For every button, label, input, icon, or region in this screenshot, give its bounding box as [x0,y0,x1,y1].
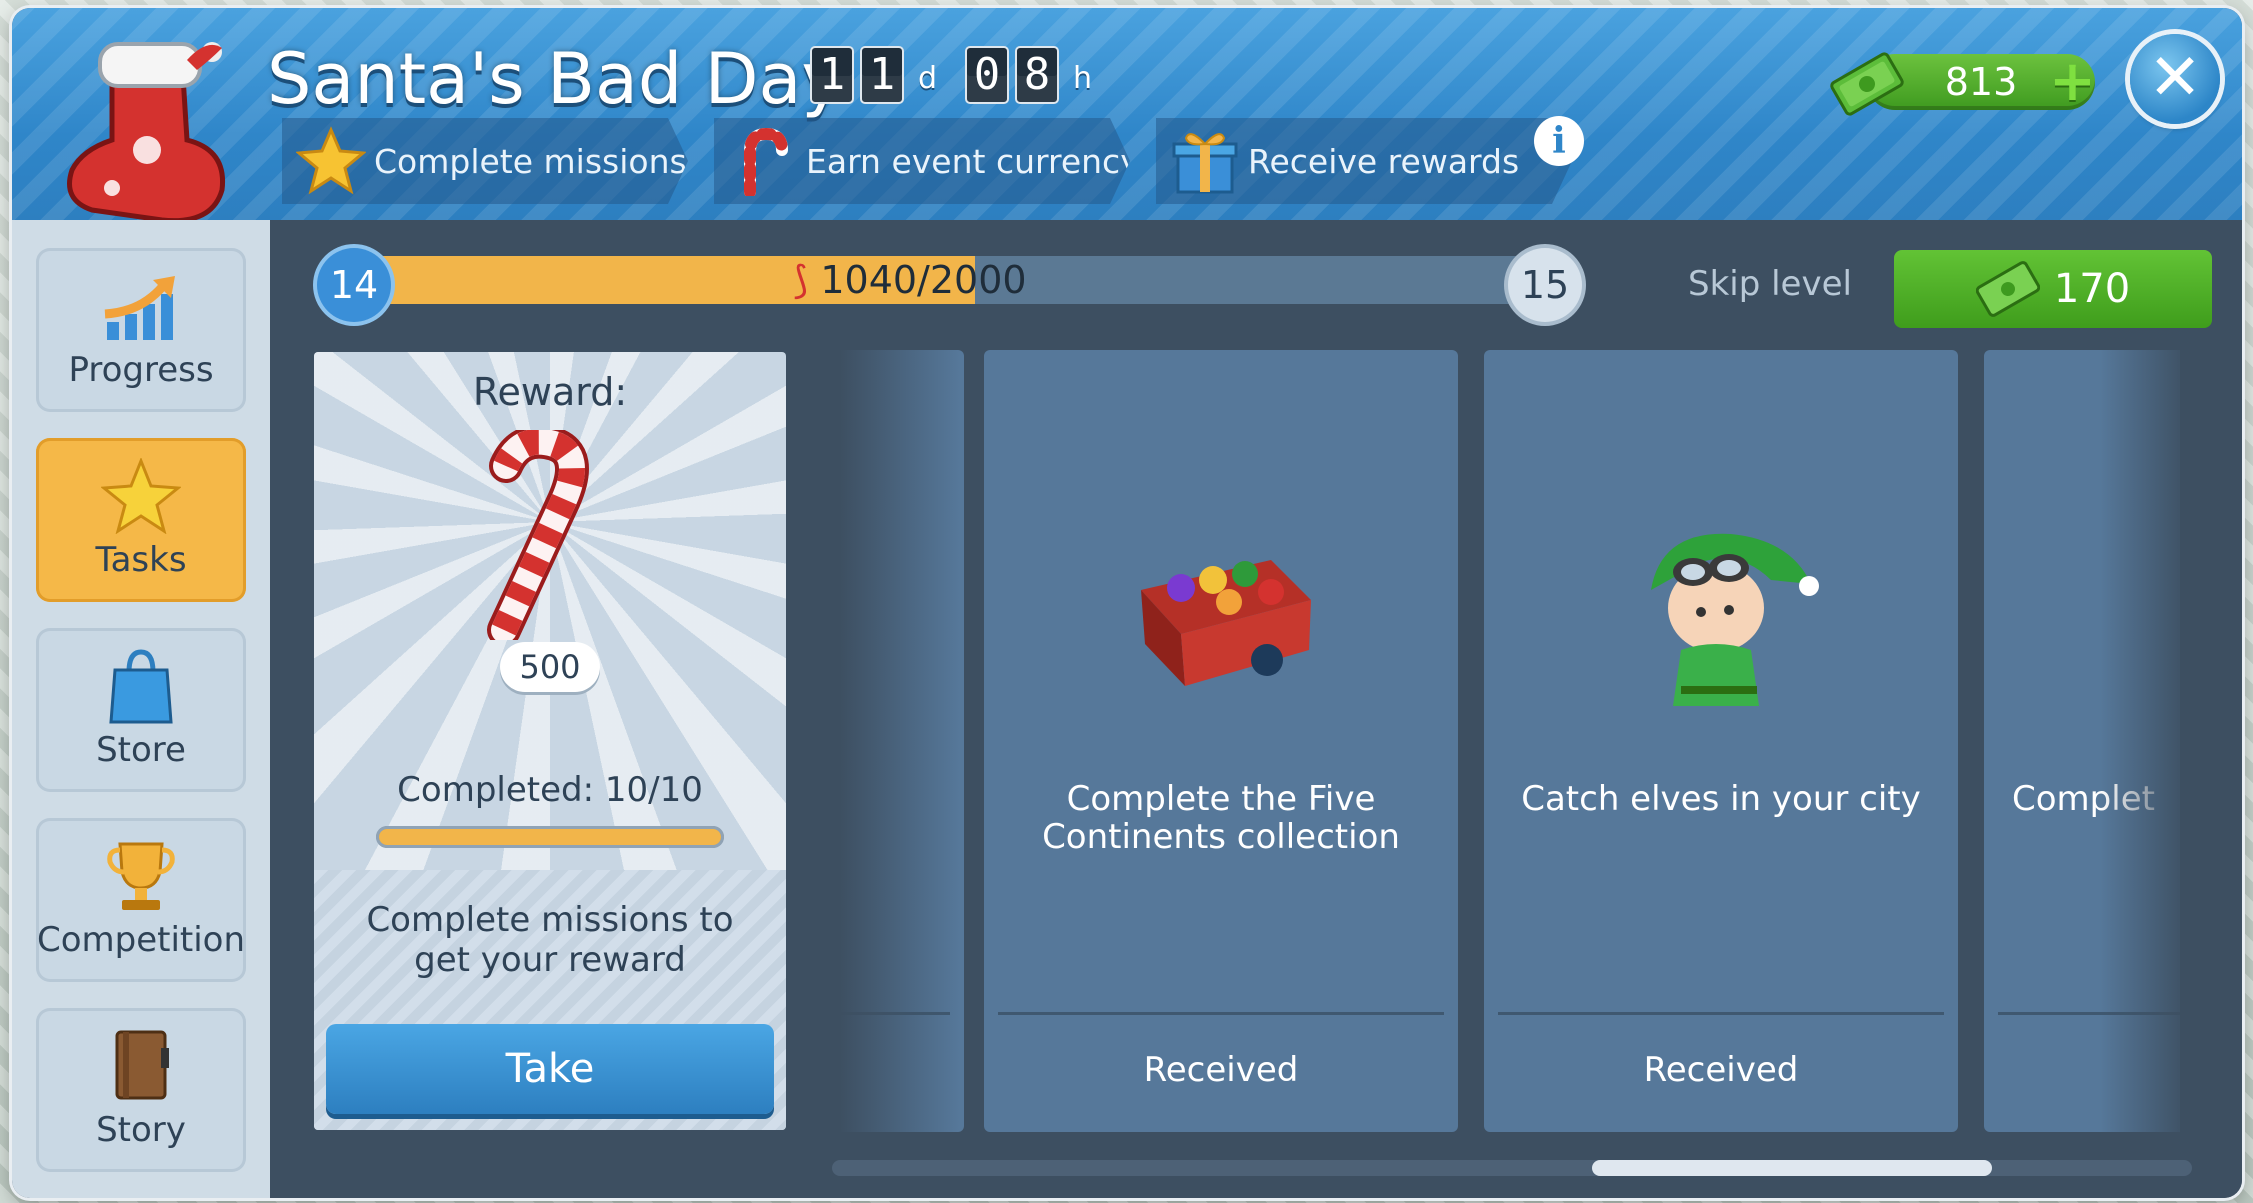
tasks-panel: ⟆ 1040/2000 14 15 Skip level 170 Reward: [270,220,2242,1198]
step-label: Earn event currency [806,141,1140,181]
event-timer: 1 1 d 0 8 h [810,46,1114,104]
reward-amount-badge: 500 [500,642,600,692]
sidebar-item-label: Story [96,1110,186,1150]
timer-digit: 8 [1015,46,1060,104]
ornament-box-icon [1141,560,1311,686]
task-card[interactable]: Catch elves in your city Received [1484,350,1958,1132]
completed-progress-bar [376,826,724,848]
reward-card: Reward: 500 Completed: 10/10 Complete mi… [314,352,786,1130]
timer-hours-unit: h [1073,61,1093,96]
task-card[interactable]: Complete the Five Continents collection … [984,350,1458,1132]
candy-cane-icon [728,126,798,196]
add-currency-button[interactable]: + [2049,54,2096,110]
timer-digit: 1 [860,46,904,104]
close-button[interactable]: ✕ [2130,34,2220,124]
step-receive-rewards: Receive rewards [1156,118,1572,204]
level-progress-value: 1040/2000 [820,258,1027,302]
sidebar-item-label: Competition [36,920,246,960]
step-complete-missions: Complete missions [282,118,688,204]
task-carousel[interactable]: louse Complete the Five Continents colle… [840,350,2180,1132]
sidebar-item-label: Tasks [95,540,187,580]
completed-progress-fill [379,829,721,845]
carousel-fade-left [840,350,960,1132]
skip-level-button[interactable]: 170 [1894,250,2212,328]
timer-digit: 1 [810,46,854,104]
step-earn-currency: Earn event currency [714,118,1130,204]
completed-text: Completed: 10/10 [397,770,703,810]
money-icon [1830,52,1904,116]
sidebar-item-tasks[interactable]: Tasks [36,438,246,602]
info-button[interactable]: i [1534,116,1584,166]
carousel-scrollbar-thumb[interactable] [1592,1160,1992,1176]
reward-title: Reward: [472,370,628,414]
elf-icon [1651,533,1819,706]
sidebar-item-progress[interactable]: Progress [36,248,246,412]
candy-cane-icon [487,430,589,640]
sidebar-item-label: Store [96,730,186,770]
sidebar-item-label: Progress [68,350,214,390]
event-window: Santa's Bad Day 1 1 d 0 8 h Complete mis… [12,8,2242,1198]
stocking-icon [67,42,226,224]
current-level-badge: 14 [317,248,391,322]
task-name: Catch elves in your city [1521,779,1921,819]
task-name: Complete the Five Continents collection [1042,779,1400,857]
divider [998,1012,1444,1015]
star-icon [296,126,366,196]
sidebar-item-competition[interactable]: Competition [36,818,246,982]
sidebar-item-store[interactable]: Store [36,628,246,792]
divider [1498,1012,1944,1015]
event-title: Santa's Bad Day [267,38,843,120]
take-button[interactable]: Take [326,1024,774,1114]
skip-level-label: Skip level [1688,264,1852,304]
book-icon [115,1030,169,1100]
shopping-bag-icon [109,649,173,724]
next-level-badge: 15 [1508,248,1582,322]
carousel-fade-right [2100,350,2190,1132]
trophy-icon [107,842,175,910]
event-header: Santa's Bad Day 1 1 d 0 8 h Complete mis… [12,8,2242,224]
level-progress-text: ⟆ 1040/2000 [270,256,1510,304]
task-status: Received [1643,1050,1799,1090]
skip-level-cost: 170 [2053,266,2131,312]
timer-days-unit: d [918,61,938,96]
sidebar-item-story[interactable]: Story [36,1008,246,1172]
sidebar: Progress Tasks Store Competition Story [12,220,270,1198]
event-steps: Complete missions Earn event currency Re… [282,118,1598,210]
step-label: Receive rewards [1248,141,1520,181]
task-status: Received [1143,1050,1299,1090]
step-label: Complete missions [374,141,687,181]
progress-arrow-icon [104,276,175,340]
timer-digit: 0 [965,46,1010,104]
gift-icon [1170,126,1240,196]
reward-hint: Complete missions to get your reward [366,900,734,980]
candy-cane-icon: ⟆ [793,258,809,302]
currency-display[interactable]: 813 + [1827,50,2097,116]
star-icon [101,458,181,534]
money-icon [1975,261,2040,317]
